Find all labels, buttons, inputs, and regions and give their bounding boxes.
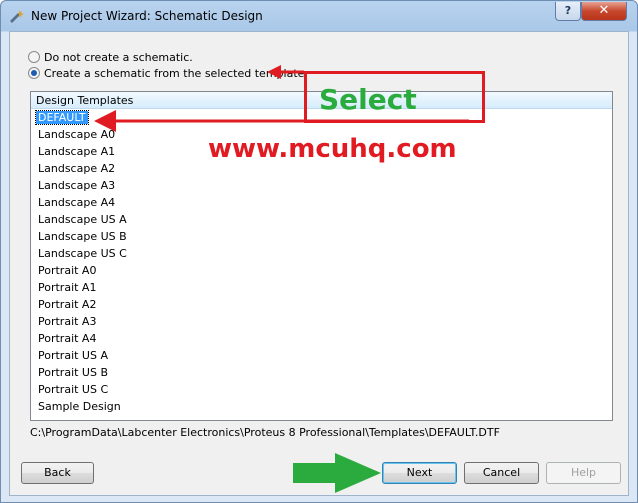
list-item-label: DEFAULT (35, 110, 89, 125)
list-item-label: Landscape A4 (38, 196, 116, 209)
list-item[interactable]: Landscape US C (31, 245, 612, 262)
list-item-label: Sample Design (38, 400, 121, 413)
list-item-label: Landscape A3 (38, 179, 116, 192)
list-item[interactable]: Portrait A2 (31, 296, 612, 313)
list-item-label: Portrait US B (38, 366, 109, 379)
list-item-label: Portrait US A (38, 349, 108, 362)
list-item[interactable]: Sample Design (31, 398, 612, 415)
list-item-label: Portrait A2 (38, 298, 97, 311)
list-item-label: Landscape A1 (38, 145, 116, 158)
list-item-label: Landscape US B (38, 230, 127, 243)
title-bar[interactable]: New Project Wizard: Schematic Design ? ✕ (1, 1, 637, 31)
help-title-button[interactable]: ? (555, 2, 581, 21)
list-item-label: Portrait A3 (38, 315, 97, 328)
radio-from-template-label[interactable]: Create a schematic from the selected tem… (44, 67, 308, 80)
list-item[interactable]: Portrait A0 (31, 262, 612, 279)
list-item-label: Landscape A0 (38, 128, 116, 141)
list-item[interactable]: Landscape US A (31, 211, 612, 228)
next-button[interactable]: Next (382, 462, 457, 484)
radio-from-template[interactable]: Create a schematic from the selected tem… (28, 66, 308, 80)
radio-no-schematic-label[interactable]: Do not create a schematic. (44, 51, 193, 64)
list-item[interactable]: Landscape US B (31, 228, 612, 245)
wizard-icon (10, 10, 24, 23)
list-item[interactable]: Portrait US A (31, 347, 612, 364)
radio-no-schematic[interactable]: Do not create a schematic. (28, 50, 193, 64)
radio-from-template-indicator[interactable] (28, 67, 40, 79)
list-item-label: Portrait A0 (38, 264, 97, 277)
template-path: C:\ProgramData\Labcenter Electronics\Pro… (30, 426, 500, 439)
help-button[interactable]: Help (546, 462, 621, 484)
wizard-window: New Project Wizard: Schematic Design ? ✕… (0, 0, 638, 503)
radio-no-schematic-indicator[interactable] (28, 51, 40, 63)
list-item[interactable]: Landscape A4 (31, 194, 612, 211)
list-item[interactable]: Portrait US C (31, 381, 612, 398)
list-item[interactable]: Portrait A1 (31, 279, 612, 296)
cancel-button[interactable]: Cancel (464, 462, 539, 484)
list-item[interactable]: Portrait A3 (31, 313, 612, 330)
back-button[interactable]: Back (21, 462, 94, 484)
list-item-label: Landscape US A (38, 213, 127, 226)
list-item-label: Portrait US C (38, 383, 109, 396)
close-button[interactable]: ✕ (581, 2, 627, 21)
list-item[interactable]: Portrait US B (31, 364, 612, 381)
list-item-label: Portrait A4 (38, 332, 97, 345)
list-item[interactable]: Landscape A3 (31, 177, 612, 194)
window-title: New Project Wizard: Schematic Design (31, 9, 263, 23)
list-item-label: Landscape A2 (38, 162, 116, 175)
list-item[interactable]: Portrait A4 (31, 330, 612, 347)
watermark-text: www.mcuhq.com (208, 134, 457, 164)
list-item-label: Landscape US C (38, 247, 127, 260)
list-item-label: Portrait A1 (38, 281, 97, 294)
select-callout-label: Select (319, 83, 417, 116)
